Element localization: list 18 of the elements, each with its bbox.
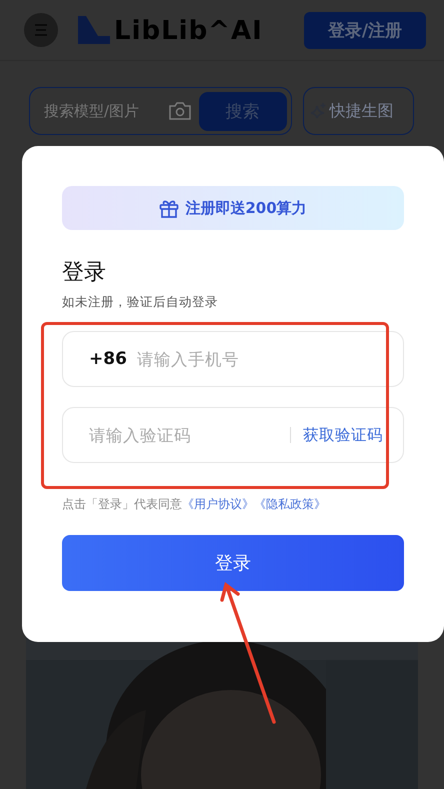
logo-mark-icon (78, 16, 110, 44)
menu-icon (34, 24, 48, 36)
phone-field[interactable]: +86 请输入手机号 (62, 331, 404, 387)
privacy-policy-link[interactable]: 《隐私政策》 (254, 497, 326, 511)
camera-icon[interactable] (168, 102, 191, 120)
promo-text: 注册即送200算力 (185, 198, 307, 218)
agreement-text: 点击「登录」代表同意《用户协议》《隐私政策》 (62, 496, 327, 513)
quick-generate-button[interactable]: 快捷生图 (302, 87, 414, 135)
phone-input[interactable]: 请输入手机号 (136, 350, 383, 368)
login-register-button[interactable]: 登录/注册 (304, 12, 426, 48)
dialog-subtitle: 如未注册，验证后自动登录 (62, 294, 218, 311)
code-field[interactable]: 请输入验证码 (89, 426, 290, 444)
user-agreement-link[interactable]: 《用户协议》 (182, 497, 254, 511)
menu-button[interactable] (24, 13, 58, 47)
dialog-title: 登录 (62, 259, 106, 287)
login-button[interactable]: 登录 (62, 535, 404, 591)
get-code-link[interactable]: 获取验证码 (303, 424, 383, 446)
gift-icon (159, 198, 180, 218)
